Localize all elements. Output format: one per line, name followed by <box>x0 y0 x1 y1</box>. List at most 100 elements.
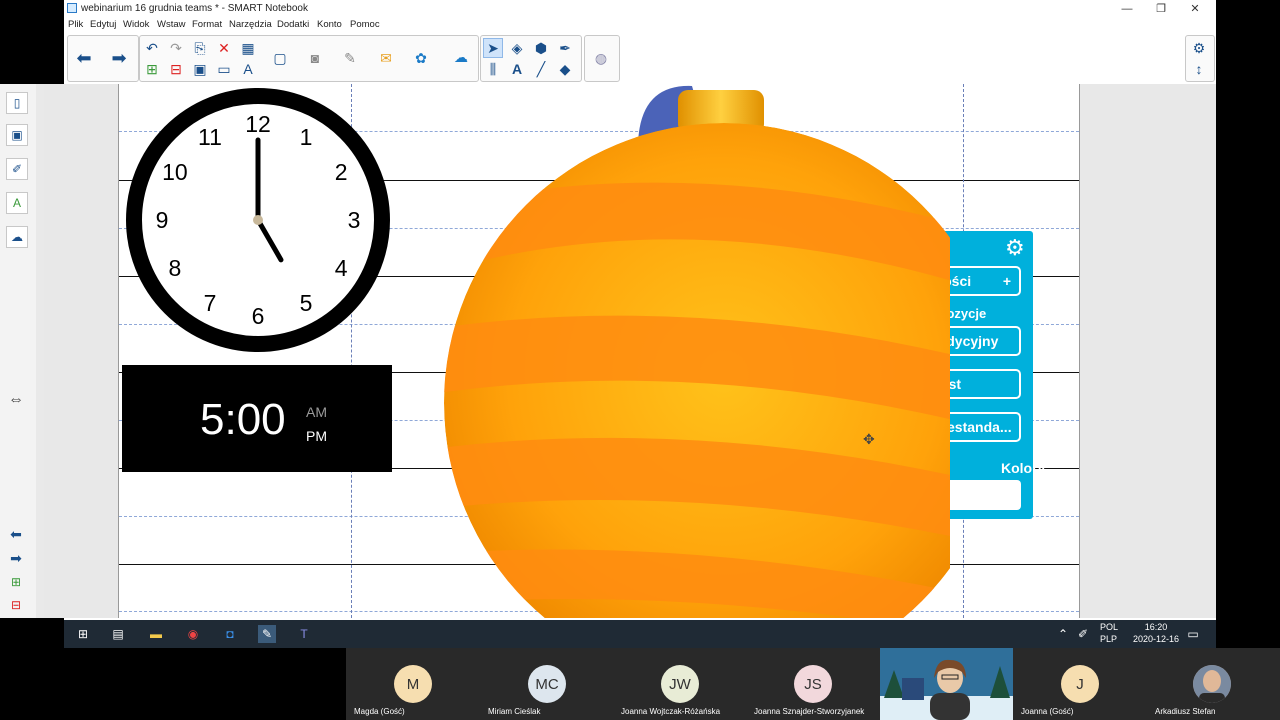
fill-icon[interactable]: ⬢ <box>531 38 551 58</box>
select-icon[interactable]: ➤ <box>483 38 503 58</box>
delete-icon[interactable]: ✕ <box>214 38 234 58</box>
next-page-icon[interactable]: ➡ <box>6 548 26 568</box>
redo-icon[interactable]: ↷ <box>166 38 186 58</box>
clock-number: 10 <box>162 159 188 185</box>
menu-widok[interactable]: Widok <box>123 19 149 30</box>
participant-tile[interactable]: M Magda (Gość) <box>346 648 480 720</box>
windows-taskbar: ⊞ ▤ ▬ ◉ ◘ ✎ T ⌃ ✐ POL PLP 16:20 2020-12-… <box>64 620 1216 648</box>
participant-tile[interactable]: Arkadiusz Stefan <box>1147 648 1280 720</box>
side-panel: ▯ ▣ ✐ A ☁ ⇔ ⬅ ➡ ⊞ ⊟ <box>0 84 37 618</box>
menu-format[interactable]: Format <box>192 19 222 30</box>
camera-icon[interactable]: ◙ <box>305 48 325 68</box>
clock-number: 4 <box>335 255 348 281</box>
language-indicator[interactable]: POL PLP <box>1100 622 1118 644</box>
participant-tile[interactable]: JW Joanna Wojtczak-Różańska <box>614 648 746 720</box>
prev-page-icon[interactable]: ⬅ <box>6 524 26 544</box>
digital-clock[interactable]: 5:00 AM PM <box>122 365 392 472</box>
display-icon[interactable]: ▢ <box>270 48 290 68</box>
line-icon[interactable]: ╱ <box>531 59 551 79</box>
pm-label: PM <box>306 428 327 444</box>
text-size-icon[interactable]: A <box>238 59 258 79</box>
menu-plik[interactable]: Plik <box>68 19 83 30</box>
windows-start-icon[interactable]: ⊞ <box>74 625 92 643</box>
main-toolbar: ⬅ ➡ ↶ ↷ ⎘ ✕ ▦ ⊞ ⊟ ▣ ▭ A ▢ ◙ ✎ ✉ ✿ ☁ ➤ ◈ … <box>67 35 1215 82</box>
add-page-icon[interactable]: ⊞ <box>142 59 162 79</box>
shapes-icon[interactable]: ◈ <box>507 38 527 58</box>
minimize-button[interactable]: — <box>1110 0 1144 18</box>
avatar: MC <box>528 665 566 703</box>
outlook-icon[interactable]: ◘ <box>221 625 239 643</box>
clock-number: 7 <box>204 290 217 316</box>
participant-tile[interactable]: J Joanna (Gość) <box>1013 648 1147 720</box>
edit-group: ↶ ↷ ⎘ ✕ ▦ ⊞ ⊟ ▣ ▭ A ▢ ◙ ✎ ✉ ✿ <box>139 35 479 82</box>
settings-icon[interactable]: ⚙ <box>1189 38 1209 58</box>
arrow-back-icon[interactable]: ⬅ <box>74 48 94 68</box>
paste-icon[interactable]: ⎘ <box>190 38 210 58</box>
clock-number: 2 <box>335 159 348 185</box>
remove-page-icon[interactable]: ⊟ <box>166 59 186 79</box>
clock-number: 3 <box>348 207 361 233</box>
chrome-icon[interactable]: ◉ <box>184 625 202 643</box>
delete-page-icon[interactable]: ⊟ <box>6 595 26 615</box>
magic-pen-icon[interactable]: ◍ <box>591 48 611 68</box>
participant-tile[interactable]: JS Joanna Sznajder-Stworzyjanek <box>746 648 880 720</box>
eraser-icon[interactable]: ◆ <box>555 59 575 79</box>
participant-name: Magda (Gość) <box>354 707 405 716</box>
properties-icon[interactable]: ⫼ <box>483 59 503 79</box>
menu-bar: Plik Edytuj Widok Wstaw Format Narzędzia… <box>64 18 1216 32</box>
attachments-icon[interactable]: ✐ <box>6 158 28 180</box>
arrow-forward-icon[interactable]: ➡ <box>109 48 129 68</box>
pen-icon[interactable]: ✒ <box>555 38 575 58</box>
clock-number: 11 <box>198 124 222 150</box>
file-explorer-icon[interactable]: ▬ <box>147 625 165 643</box>
resize-handle-icon[interactable]: ⇔ <box>6 390 26 410</box>
clock-number: 6 <box>252 303 265 329</box>
menu-wstaw[interactable]: Wstaw <box>157 19 186 30</box>
text-icon[interactable]: A <box>507 59 527 79</box>
clock-number: 5 <box>300 290 313 316</box>
add-page-icon[interactable]: ⊞ <box>6 572 26 592</box>
smart-notebook-taskbar-icon[interactable]: ✎ <box>258 625 276 643</box>
undo-icon[interactable]: ↶ <box>142 38 162 58</box>
title-bar: webinarium 16 grudnia teams * - SMART No… <box>64 0 1216 18</box>
clock-number: 1 <box>300 124 313 150</box>
menu-edytuj[interactable]: Edytuj <box>90 19 116 30</box>
menu-pomoc[interactable]: Pomoc <box>350 19 380 30</box>
analog-clock[interactable]: 12 1234567891011 <box>126 88 390 352</box>
christmas-ornament[interactable]: ✥ <box>370 84 950 618</box>
tools-group: ➤ ◈ ⬢ ✒ ⫼ A ╱ ◆ <box>480 35 582 82</box>
addons-icon[interactable]: ☁ <box>6 226 28 248</box>
screen-shade-icon[interactable]: ▭ <box>214 59 234 79</box>
menu-dodatki[interactable]: Dodatki <box>277 19 309 30</box>
pin-icon[interactable]: ✎ <box>340 48 360 68</box>
settings-group: ⚙ ↕ <box>1185 35 1215 82</box>
participant-video-tile[interactable] <box>880 648 1013 720</box>
gear-icon[interactable]: ⚙ <box>1005 235 1025 261</box>
menu-konto[interactable]: Konto <box>317 19 342 30</box>
menu-narzedzia[interactable]: Narzędzia <box>229 19 272 30</box>
notifications-icon[interactable]: ▭ <box>1184 625 1202 643</box>
side-scrollbar[interactable] <box>36 84 44 618</box>
addon-icon[interactable]: ✿ <box>411 48 431 68</box>
save-icon[interactable]: ▣ <box>190 59 210 79</box>
dice-plus-icon: + <box>1002 273 1011 289</box>
participant-tile[interactable]: MC Miriam Cieślak <box>480 648 614 720</box>
app-icon <box>67 3 77 13</box>
tray-chevron-icon[interactable]: ⌃ <box>1054 625 1072 643</box>
close-button[interactable]: ✕ <box>1178 0 1212 18</box>
teams-icon[interactable]: T <box>295 625 313 643</box>
digital-time: 5:00 <box>200 395 286 444</box>
table-icon[interactable]: ▦ <box>238 38 258 58</box>
taskbar-clock[interactable]: 16:20 2020-12-16 <box>1126 622 1186 644</box>
right-gutter <box>1152 84 1216 618</box>
page-sorter-icon[interactable]: ▯ <box>6 92 28 114</box>
task-view-icon[interactable]: ▤ <box>109 625 127 643</box>
colors-heading: Kolory <box>1001 460 1046 476</box>
properties-icon[interactable]: A <box>6 192 28 214</box>
gallery-icon[interactable]: ▣ <box>6 124 28 146</box>
pen-tray-icon[interactable]: ✐ <box>1074 625 1092 643</box>
activity-icon[interactable]: ☁ <box>451 47 471 67</box>
maximize-button[interactable]: ❐ <box>1144 0 1178 18</box>
move-toolbar-icon[interactable]: ↕ <box>1189 59 1209 79</box>
mail-icon[interactable]: ✉ <box>376 48 396 68</box>
